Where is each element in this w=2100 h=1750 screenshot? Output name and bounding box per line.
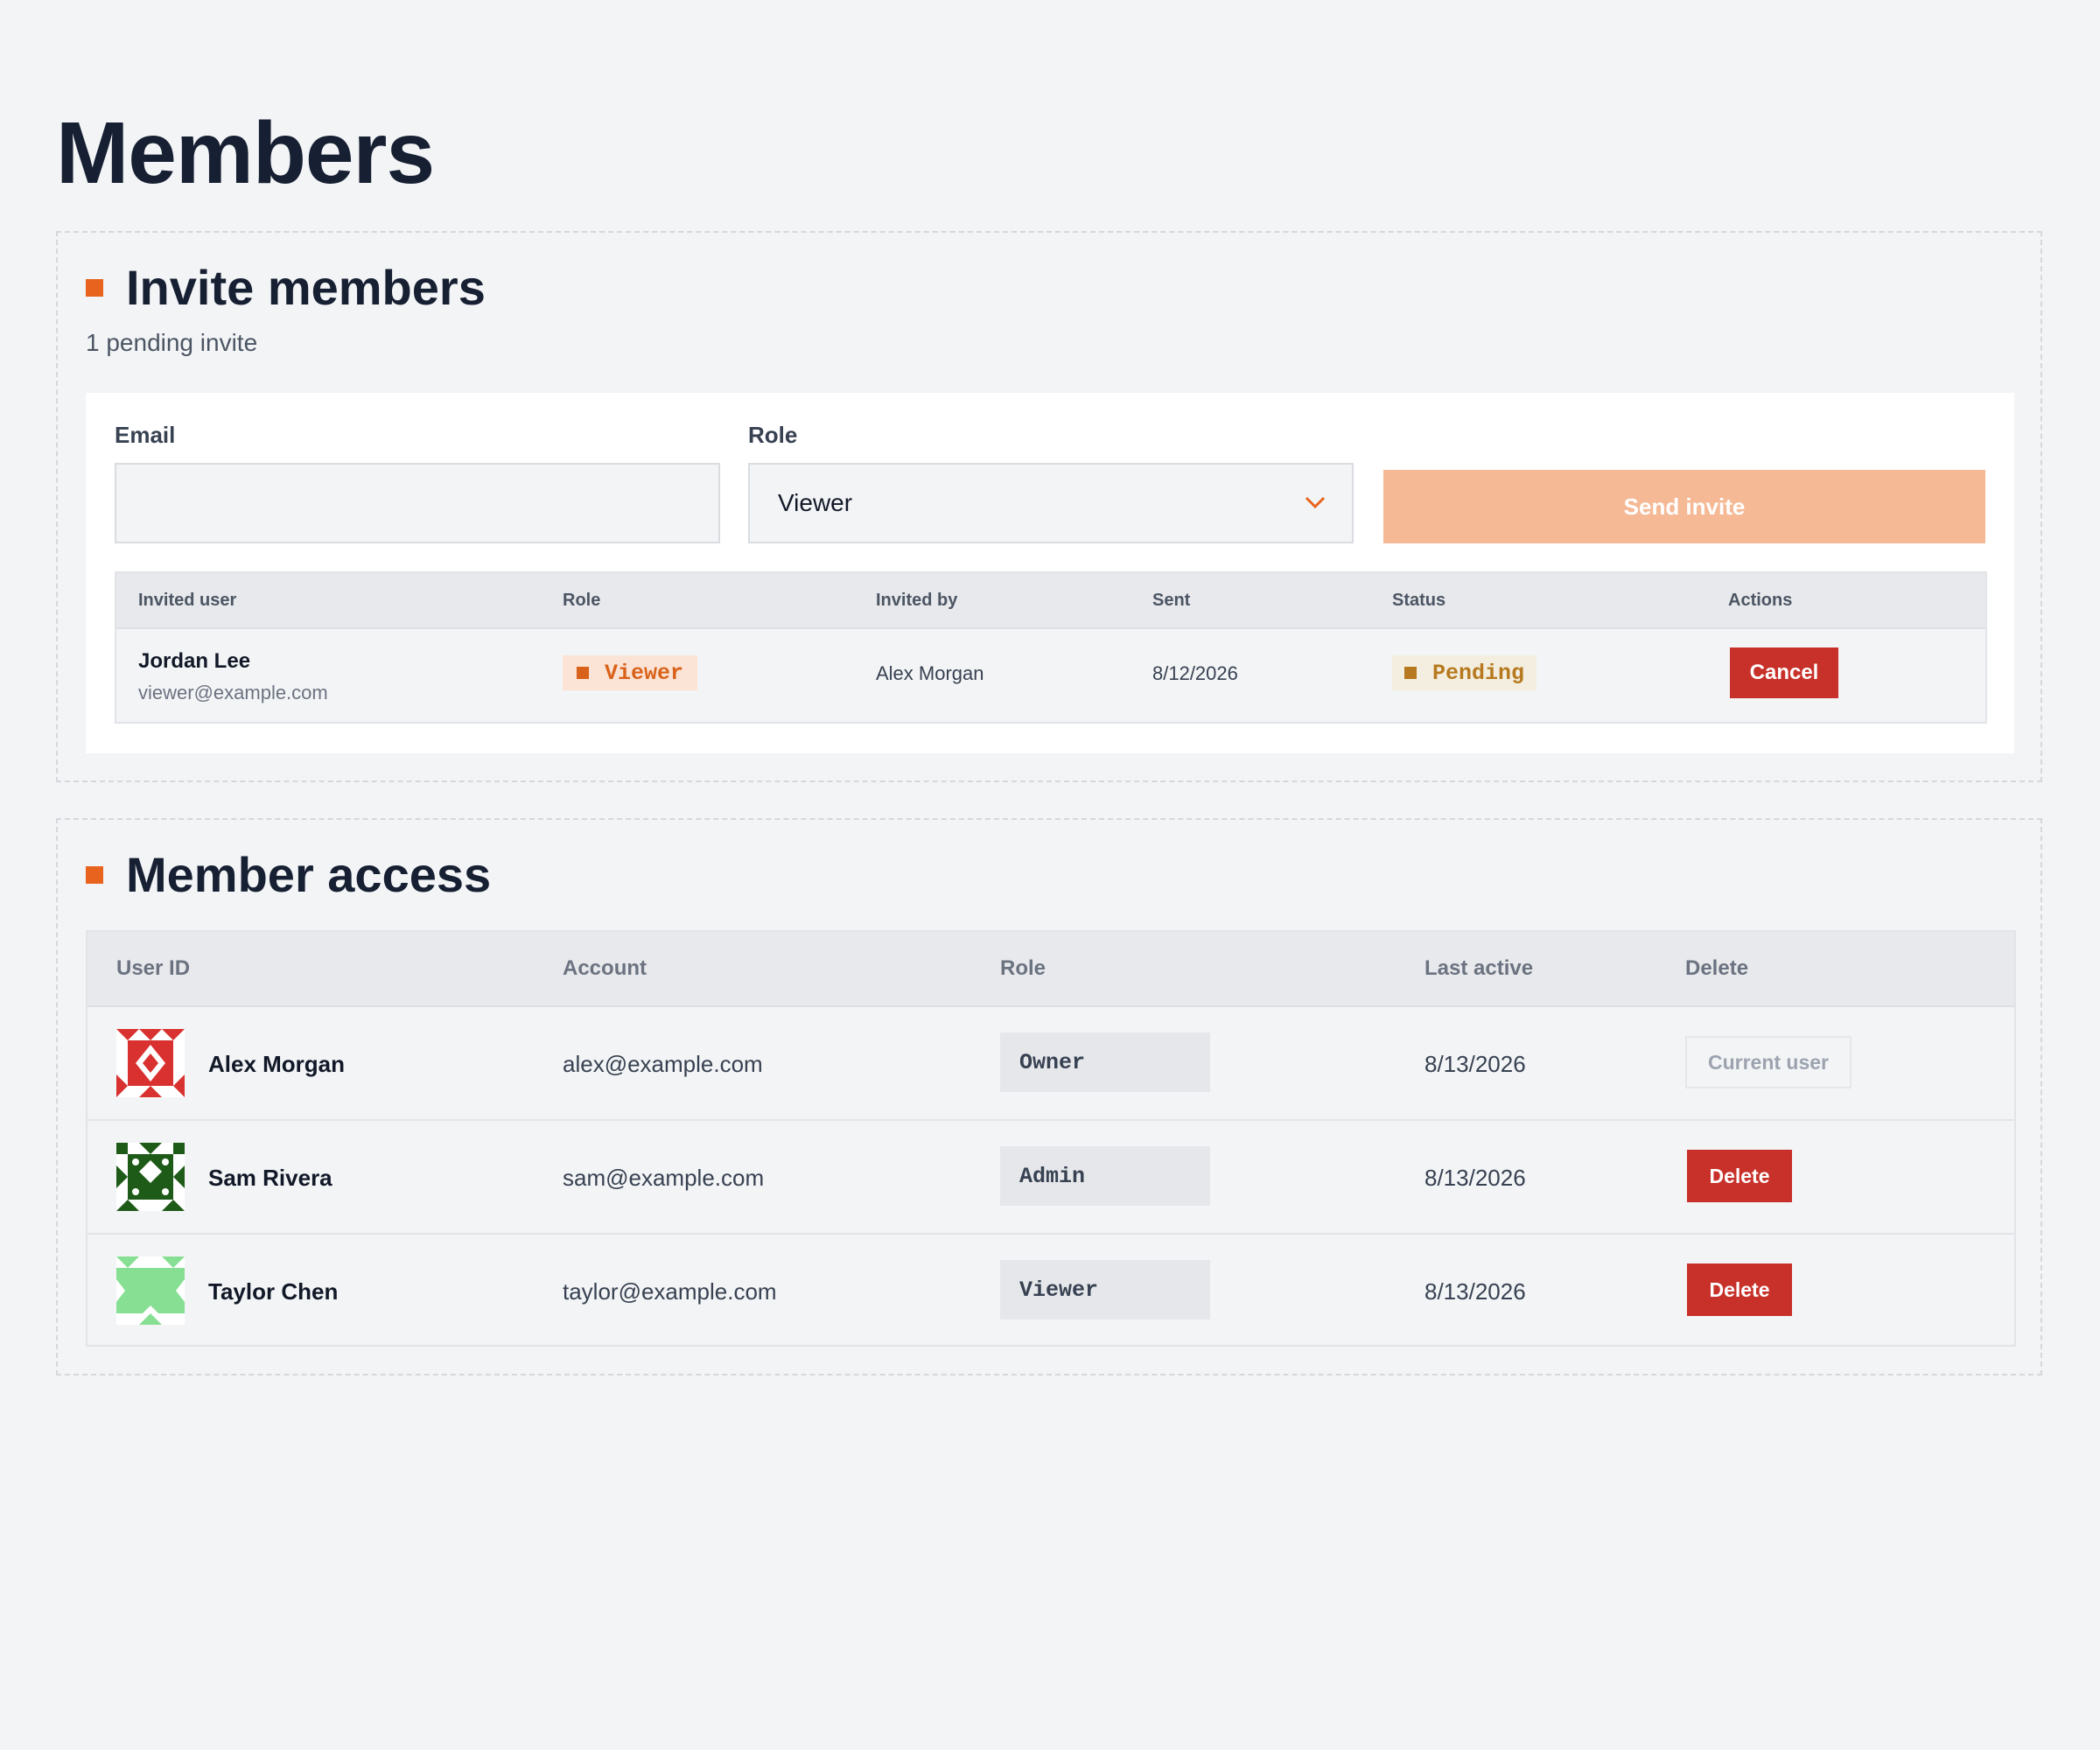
invite-section-heading: Invite members — [86, 259, 486, 316]
mint-geometric-avatar-icon — [116, 1256, 185, 1325]
status-badge: Pending — [1392, 655, 1537, 690]
column-last-active: Last active — [1424, 956, 1534, 980]
invite-role-badge: Viewer — [563, 655, 698, 690]
pending-invite-count: 1 pending invite — [86, 329, 258, 356]
role-square-icon — [577, 667, 589, 679]
table-row: Taylor Chen taylor@example.com Viewer 8/… — [88, 1235, 2014, 1348]
current-user-label: Current user — [1685, 1036, 1852, 1088]
delete-member-button[interactable]: Delete — [1687, 1264, 1792, 1316]
members-table: User ID Account Role Last active Delete … — [86, 930, 2016, 1347]
member-access-section: Member access User ID Account Role Last … — [56, 818, 2042, 1376]
send-invite-button[interactable]: Send invite — [1383, 470, 1985, 543]
invite-members-section: Invite members 1 pending invite Email Ro… — [56, 231, 2042, 782]
column-actions: Actions — [1728, 591, 1793, 610]
column-status: Status — [1392, 591, 1446, 610]
column-user-id: User ID — [116, 956, 191, 980]
member-name: Alex Morgan — [208, 1051, 346, 1077]
email-input[interactable] — [115, 463, 720, 543]
status-text: Pending — [1432, 660, 1525, 686]
invited-user-name: Jordan Lee — [138, 649, 251, 673]
member-last-active: 8/13/2026 — [1424, 1278, 1526, 1305]
member-last-active: 8/13/2026 — [1424, 1051, 1526, 1077]
member-role-badge: Viewer — [1000, 1260, 1210, 1320]
member-name: Sam Rivera — [208, 1165, 332, 1191]
invite-card: Email Role Viewer Send invite Invited us… — [86, 393, 2014, 753]
invited-by: Alex Morgan — [876, 662, 984, 684]
column-invited-user: Invited user — [138, 591, 237, 610]
invite-section-title: Invite members — [126, 260, 486, 315]
red-geometric-avatar-icon — [116, 1029, 185, 1097]
status-square-icon — [1404, 667, 1417, 679]
column-account: Account — [563, 956, 647, 980]
member-role-badge: Admin — [1000, 1146, 1210, 1206]
member-email: sam@example.com — [563, 1165, 765, 1191]
role-select-value: Viewer — [778, 489, 853, 516]
sent-date: 8/12/2026 — [1152, 662, 1238, 684]
member-email: alex@example.com — [563, 1051, 763, 1077]
table-row: Jordan Lee viewer@example.com Viewer Ale… — [116, 629, 1985, 724]
cancel-invite-button[interactable]: Cancel — [1730, 648, 1838, 698]
delete-member-button[interactable]: Delete — [1687, 1150, 1792, 1202]
table-row: Alex Morgan alex@example.com Owner 8/13/… — [88, 1007, 2014, 1121]
section-marker-icon — [86, 278, 103, 297]
invites-table-header: Invited user Role Invited by Sent Status… — [116, 573, 1985, 629]
access-section-title: Member access — [126, 847, 492, 902]
section-marker-icon — [86, 865, 103, 884]
member-last-active: 8/13/2026 — [1424, 1165, 1526, 1191]
column-sent: Sent — [1152, 591, 1191, 610]
column-role: Role — [1000, 956, 1046, 980]
email-label: Email — [115, 422, 176, 448]
invite-role-text: Viewer — [605, 660, 684, 686]
green-geometric-avatar-icon — [116, 1143, 185, 1211]
members-table-header: User ID Account Role Last active Delete — [88, 932, 2014, 1007]
access-section-heading: Member access — [86, 846, 491, 903]
role-label: Role — [748, 422, 798, 448]
page-title: Members — [56, 104, 435, 202]
chevron-down-icon — [1305, 496, 1326, 509]
invited-user-email: viewer@example.com — [138, 682, 328, 704]
member-role-badge: Owner — [1000, 1032, 1210, 1092]
column-role: Role — [563, 591, 601, 610]
column-invited-by: Invited by — [876, 591, 958, 610]
member-email: taylor@example.com — [563, 1278, 777, 1305]
table-row: Sam Rivera sam@example.com Admin 8/13/20… — [88, 1121, 2014, 1235]
pending-invites-table: Invited user Role Invited by Sent Status… — [115, 571, 1987, 724]
member-name: Taylor Chen — [208, 1278, 339, 1305]
column-delete: Delete — [1685, 956, 1749, 980]
role-select[interactable]: Viewer — [748, 463, 1354, 543]
